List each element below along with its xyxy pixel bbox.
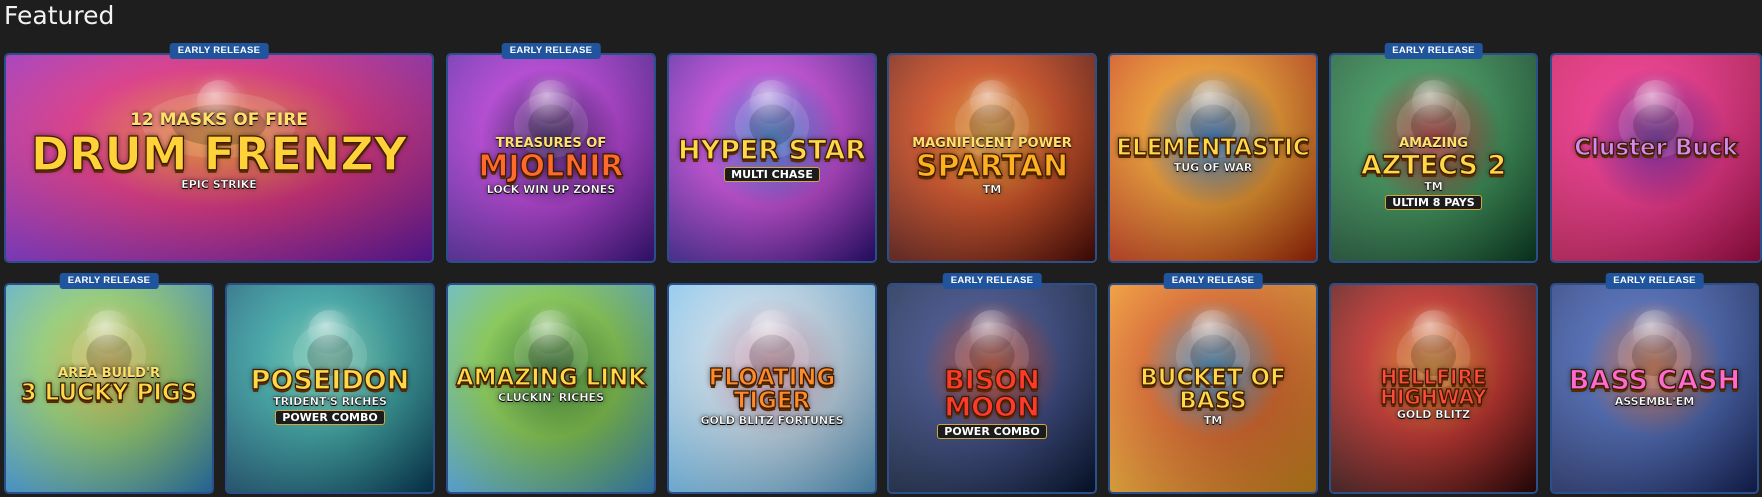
game-title: BISON MOON POWER COMBO <box>895 365 1088 440</box>
game-tile-hyper-star[interactable]: HYPER STAR MULTI CHASE <box>667 53 877 263</box>
game-title: AMAZING AZTECS 2 TM ULTIM 8 PAYS <box>1337 137 1529 210</box>
game-title: AREA BUILD'R 3 LUCKY PIGS <box>12 367 205 405</box>
game-title-main: HELLFIRE HIGHWAY <box>1380 365 1488 410</box>
trident-icon <box>308 309 352 354</box>
game-title: HELLFIRE HIGHWAY GOLD BLITZ <box>1337 365 1529 422</box>
early-release-badge: EARLY RELEASE <box>501 43 601 59</box>
game-title: AMAZING LINK CLUCKIN' RICHES <box>454 365 647 405</box>
section-title: Featured <box>4 1 115 30</box>
game-title-main: ELEMENTASTIC <box>1116 135 1311 161</box>
game-title-main: BUCKET OF BASS <box>1140 365 1287 415</box>
game-title-main: BASS CASH <box>1568 365 1741 397</box>
game-title-subtitle: TM <box>1203 414 1223 428</box>
game-tile-bass-cash[interactable]: BASS CASH ASSEMBL'EM EARLY RELEASE <box>1550 273 1759 494</box>
star-icon <box>750 79 794 124</box>
game-tile-cluster-buck[interactable]: Cluster Buck <box>1550 53 1762 263</box>
game-title: ELEMENTASTIC TUG OF WAR <box>1116 135 1311 174</box>
early-release-badge: EARLY RELEASE <box>1163 273 1263 289</box>
feature-pill: MULTI CHASE <box>724 167 820 182</box>
game-tile-aztecs-2[interactable]: AMAZING AZTECS 2 TM ULTIM 8 PAYS EARLY RELEA… <box>1329 43 1538 263</box>
game-title-subtitle: LOCK WIN UP ZONES <box>486 183 616 196</box>
game-title-main: HYPER STAR <box>677 135 867 166</box>
pig-icon <box>87 309 131 354</box>
fisherman-icon <box>1191 309 1235 354</box>
game-title-subtitle: ASSEMBL'EM <box>1614 395 1695 409</box>
game-title: MAGNIFICENT POWER SPARTAN TM <box>895 137 1088 195</box>
game-tile-spartan[interactable]: MAGNIFICENT POWER SPARTAN TM <box>887 53 1097 263</box>
game-title-main: FLOATING TIGER <box>708 365 836 415</box>
game-title-subtitle: GOLD BLITZ FORTUNES <box>700 414 844 428</box>
game-title-subtitle: TM <box>1424 180 1443 193</box>
game-title-subtitle: TM <box>982 183 1002 196</box>
game-title-main: DRUM FRENZY <box>30 126 408 181</box>
team-icon <box>1632 309 1677 354</box>
early-release-badge: EARLY RELEASE <box>59 273 159 289</box>
game-title-main: MJOLNIR <box>478 149 624 184</box>
game-title-subtitle: GOLD BLITZ <box>1396 408 1471 422</box>
game-tile-3-lucky-pigs[interactable]: AREA BUILD'R 3 LUCKY PIGS EARLY RELEASE <box>4 273 214 494</box>
aztec-icon <box>1411 79 1456 124</box>
game-title-subtitle: CLUCKIN' RICHES <box>498 391 604 405</box>
game-title-main: AMAZING LINK <box>455 365 647 392</box>
game-tile-bison-moon[interactable]: BISON MOON POWER COMBO EARLY RELEASE <box>887 273 1097 494</box>
car-icon <box>1411 309 1456 354</box>
game-title: TREASURES OF MJOLNIR LOCK WIN UP ZONES <box>454 137 647 195</box>
bison-icon <box>970 309 1014 354</box>
game-tile-drum-frenzy[interactable]: 12 MASKS OF FIRE DRUM FRENZY EPIC STRIKE EA… <box>4 43 434 263</box>
game-tile-floating-tiger[interactable]: FLOATING TIGER GOLD BLITZ FORTUNES <box>667 283 877 494</box>
game-title: HYPER STAR MULTI CHASE <box>675 135 868 182</box>
early-release-badge: EARLY RELEASE <box>942 273 1042 289</box>
star-face-icon <box>1634 79 1678 124</box>
game-title-main: 3 LUCKY PIGS <box>20 380 198 407</box>
game-title-main: POSEIDON <box>250 365 410 397</box>
game-tile-mjolnir[interactable]: TREASURES OF MJOLNIR LOCK WIN UP ZONES EARL… <box>446 43 656 263</box>
feature-pill: POWER COMBO <box>275 410 385 426</box>
feature-pill: ULTIM 8 PAYS <box>1385 195 1482 210</box>
feature-pill: POWER COMBO <box>937 424 1047 440</box>
early-release-badge: EARLY RELEASE <box>169 43 269 59</box>
game-title: BASS CASH ASSEMBL'EM <box>1558 365 1750 409</box>
game-title-main: SPARTAN <box>915 149 1069 184</box>
tiger-icon <box>750 309 794 354</box>
game-title-main: BISON MOON <box>944 365 1041 424</box>
early-release-badge: EARLY RELEASE <box>1384 43 1483 59</box>
hammer-icon <box>529 79 573 124</box>
game-title: Cluster Buck <box>1558 135 1753 161</box>
early-release-badge: EARLY RELEASE <box>1605 273 1704 289</box>
game-title: 12 MASKS OF FIRE DRUM FRENZY EPIC STRIKE <box>21 111 417 190</box>
game-title-main: Cluster Buck <box>1574 135 1739 161</box>
game-tile-amazing-link[interactable]: AMAZING LINK CLUCKIN' RICHES <box>446 283 656 494</box>
game-title: POSEIDON TRIDENT'S RICHES POWER COMBO <box>233 365 426 426</box>
game-tile-bucket-of-bass[interactable]: BUCKET OF BASS TM EARLY RELEASE <box>1108 273 1318 494</box>
chicken-icon <box>529 309 573 354</box>
game-tile-elementastic[interactable]: ELEMENTASTIC TUG OF WAR <box>1108 53 1318 263</box>
game-tile-poseidon[interactable]: POSEIDON TRIDENT'S RICHES POWER COMBO <box>225 283 435 494</box>
game-title-prefix: AMAZING <box>1399 136 1468 151</box>
game-title: BUCKET OF BASS TM <box>1116 365 1309 428</box>
game-title-subtitle: TRIDENT'S RICHES <box>273 395 387 409</box>
helmet-icon <box>970 79 1014 124</box>
game-tile-hellfire-highway[interactable]: HELLFIRE HIGHWAY GOLD BLITZ <box>1329 283 1538 494</box>
game-title-prefix: AREA BUILD'R <box>58 366 160 382</box>
game-title-subtitle: TUG OF WAR <box>1173 161 1253 174</box>
game-title-main: AZTECS 2 <box>1360 150 1507 181</box>
game-title: FLOATING TIGER GOLD BLITZ FORTUNES <box>675 365 868 428</box>
elements-icon <box>1191 79 1235 124</box>
